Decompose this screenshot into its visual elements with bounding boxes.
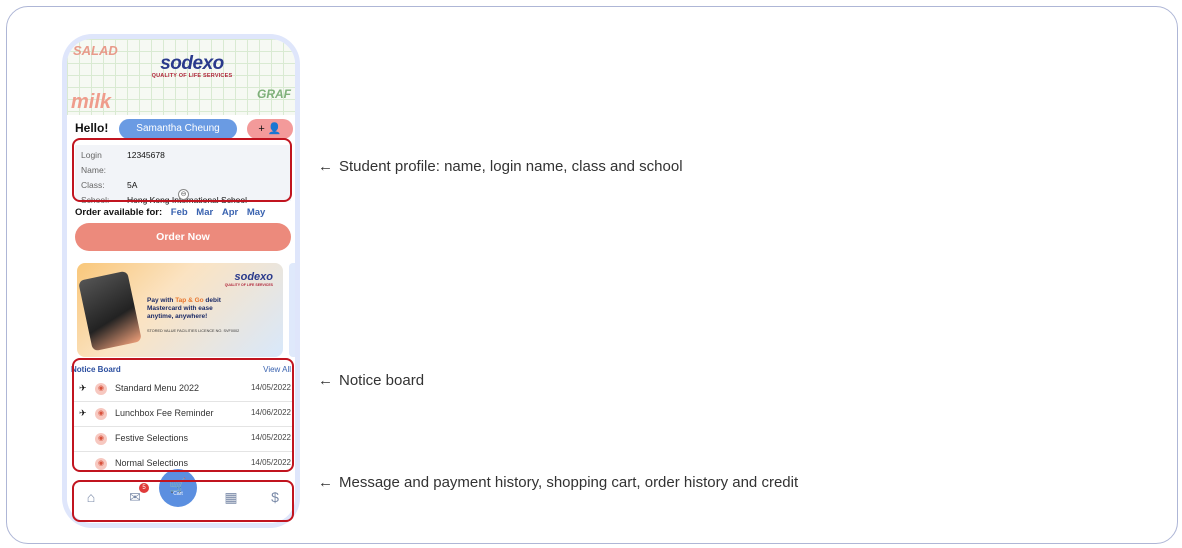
doodle-text: milk [71,91,112,113]
promo-logo: sodexo QUALITY OF LIFE SERVICES [224,271,273,287]
promo-text: Pay with Tap & Go debit Mastercard with … [147,297,221,320]
greeting-text: Hello! [75,121,109,135]
header-banner: SALAD milk GRAF sodexo QUALITY OF LIFE S… [67,39,295,115]
next-promo-peek[interactable] [289,263,295,357]
profile-highlight [72,138,292,202]
order-now-button[interactable]: Order Now [75,223,291,251]
tabbar-annotation: ← Message and payment history, shopping c… [318,474,799,491]
student-selector[interactable]: Samantha Cheung [119,119,237,139]
mastercard-image [78,270,142,352]
tabbar-highlight [72,480,294,522]
greeting-row: Hello! Samantha Cheung + 👤 [75,119,293,139]
add-student-button[interactable]: + 👤 [247,119,293,139]
month-may[interactable]: May [247,207,265,218]
doodle-text: GRAF [257,87,291,101]
month-mar[interactable]: Mar [196,207,213,218]
promo-banner[interactable]: sodexo QUALITY OF LIFE SERVICES Pay with… [77,263,283,357]
order-availability: Order available for: Feb Mar Apr May [75,207,295,218]
doodle-text: SALAD [73,43,118,58]
profile-annotation: ← Student profile: name, login name, clas… [318,158,683,175]
month-apr[interactable]: Apr [222,207,238,218]
month-feb[interactable]: Feb [171,207,188,218]
sodexo-logo: sodexo QUALITY OF LIFE SERVICES [151,53,233,79]
licence-text: STORED VALUE FACILITIES LICENCE NO. SVF0… [147,329,240,333]
notice-highlight [72,358,294,472]
notice-annotation: ← Notice board [318,372,425,389]
availability-label: Order available for: [75,207,163,218]
